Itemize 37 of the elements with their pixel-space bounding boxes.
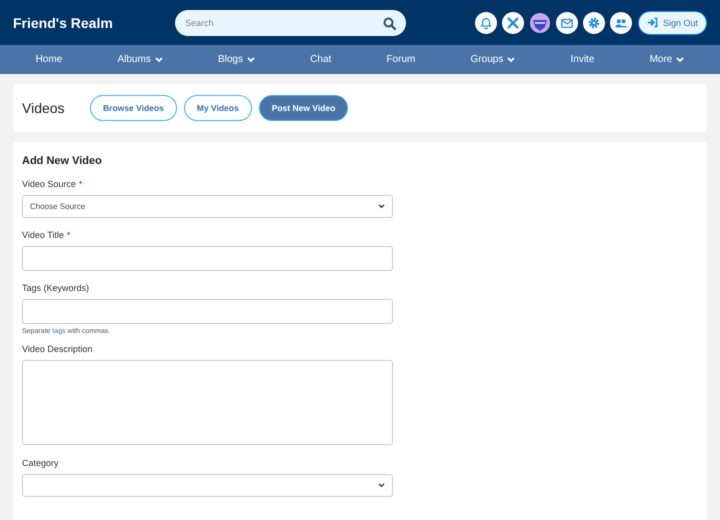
nav-link[interactable]: Groups — [470, 54, 516, 65]
tab[interactable]: Browse Videos — [90, 95, 177, 121]
tab[interactable]: My Videos — [184, 95, 252, 121]
chevron-down-icon[interactable] — [378, 483, 385, 488]
input-field[interactable] — [22, 299, 393, 324]
textarea-field[interactable] — [22, 360, 393, 445]
sign-out-button[interactable]: Sign Out — [638, 10, 707, 34]
nav-link[interactable]: Chat — [310, 54, 332, 65]
settings-icon[interactable] — [582, 12, 605, 34]
avatar-icon[interactable] — [528, 12, 551, 34]
field-label: Category — [22, 458, 60, 468]
field-label: Video Description — [22, 344, 94, 354]
nav-link[interactable]: More — [650, 54, 684, 65]
tab[interactable]: Post New Video — [258, 95, 348, 121]
search-field[interactable]: Search — [175, 10, 406, 36]
nav-link[interactable]: Home — [36, 54, 62, 65]
site-title[interactable]: Friend's Realm — [13, 14, 175, 30]
nav-link[interactable]: Albums — [117, 54, 163, 65]
bell-icon[interactable] — [474, 12, 497, 34]
select-field[interactable]: Choose Source — [22, 195, 393, 218]
required-mark: * — [78, 179, 82, 189]
search-icon[interactable] — [383, 16, 396, 30]
form-title: Add New Video — [22, 155, 103, 167]
section-title: Videos — [22, 100, 66, 116]
nav-link[interactable]: Forum — [386, 54, 416, 65]
envelope-icon[interactable] — [556, 12, 578, 34]
required-mark: * — [66, 230, 70, 240]
chevron-down-icon[interactable] — [378, 204, 385, 209]
input-field[interactable] — [22, 246, 393, 271]
select-field[interactable] — [22, 474, 393, 497]
field-label: Video Source — [22, 179, 76, 189]
sign-out-icon[interactable] — [646, 17, 658, 28]
users-icon[interactable] — [610, 12, 632, 34]
field-label: Video Title — [22, 230, 64, 240]
nav-link[interactable]: Blogs — [218, 54, 255, 65]
nav-link[interactable]: Invite — [570, 54, 594, 65]
field-label: Tags (Keywords) — [22, 283, 90, 293]
